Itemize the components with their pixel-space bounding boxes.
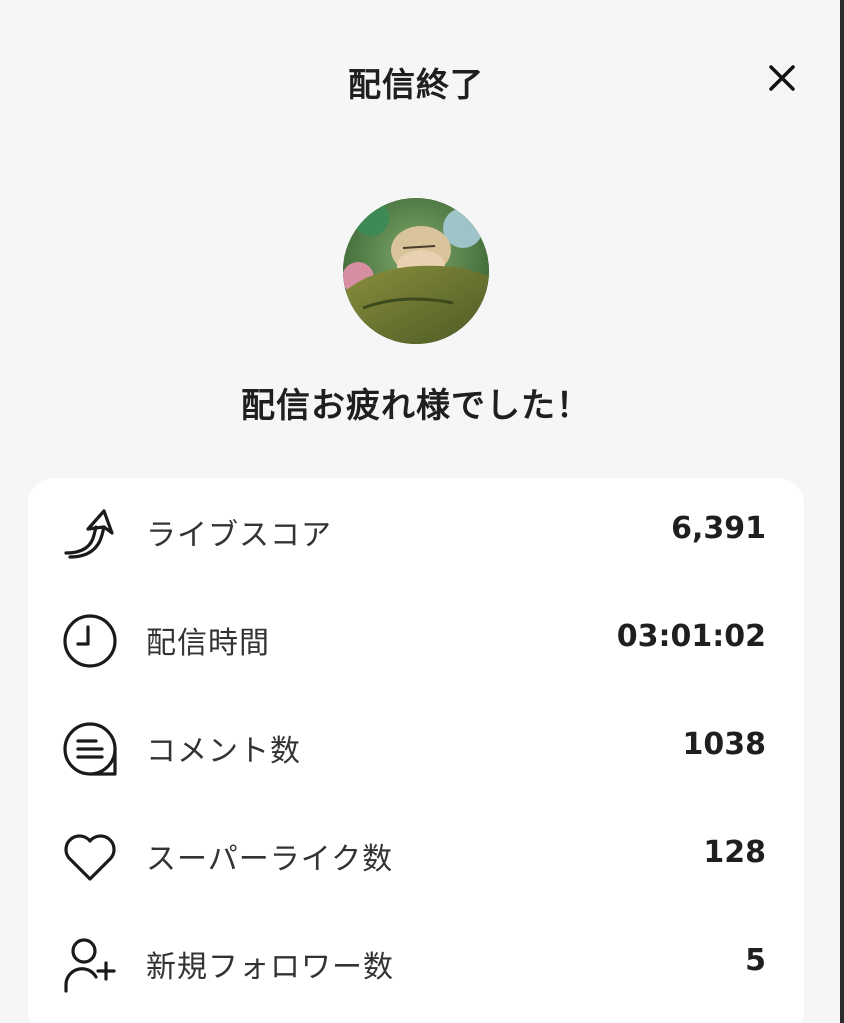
stat-value: 5: [745, 943, 766, 978]
comment-icon: [63, 722, 117, 776]
page-title: 配信終了: [348, 65, 484, 104]
stat-label: コメント数: [146, 734, 301, 769]
stats-card: ライブスコア 6,391 配信時間 03:01:02 コメント数 1038 スー…: [28, 478, 804, 1023]
add-user-icon: [64, 938, 116, 993]
stat-label: 新規フォロワー数: [146, 950, 394, 985]
stream-ended-screen: 配信終了 配信お疲れ様でした！ ライブスコア 6,391 配信時間 03:01:…: [0, 0, 844, 1023]
clock-icon: [63, 614, 117, 668]
close-button[interactable]: [764, 60, 800, 96]
avatar-illustration: [343, 198, 489, 344]
heart-icon: [64, 834, 116, 881]
greeting-text: 配信お疲れ様でした！: [241, 386, 591, 426]
stat-row-stream-time: 配信時間 03:01:02: [28, 586, 804, 694]
stat-value: 1038: [682, 727, 767, 762]
screen-edge: [840, 0, 844, 1023]
stat-value: 03:01:02: [616, 619, 766, 654]
stat-row-comments: コメント数 1038: [28, 694, 804, 802]
stat-value: 6,391: [671, 511, 766, 546]
stat-label: ライブスコア: [146, 518, 332, 553]
close-icon: [769, 65, 795, 91]
stat-value: 128: [703, 835, 766, 870]
stat-row-super-likes: スーパーライク数 128: [28, 802, 804, 910]
stat-row-new-followers: 新規フォロワー数 5: [28, 910, 804, 1018]
avatar: [343, 198, 489, 344]
stat-label: 配信時間: [146, 626, 270, 661]
stat-row-live-score: ライブスコア 6,391: [28, 478, 804, 586]
arrow-up-swoosh-icon: [64, 509, 114, 559]
stat-label: スーパーライク数: [146, 842, 394, 877]
